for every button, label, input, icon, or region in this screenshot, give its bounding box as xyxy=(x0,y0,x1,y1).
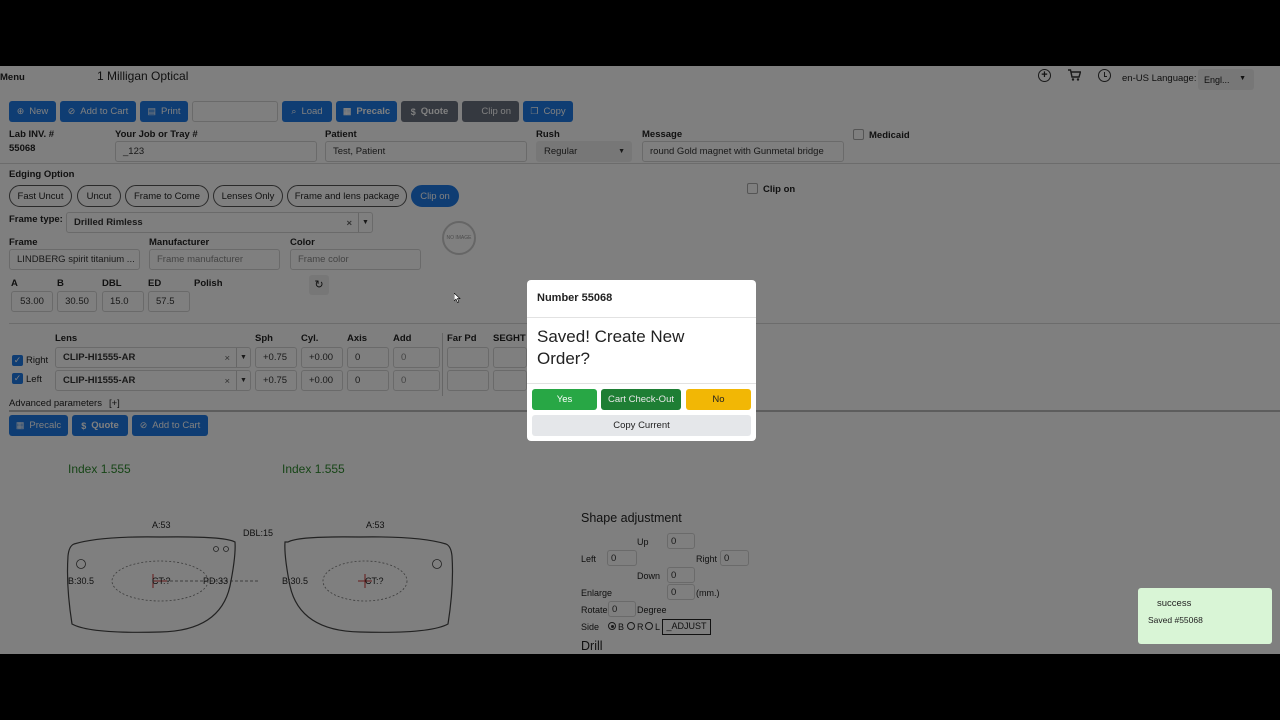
modal-divider xyxy=(527,383,756,384)
yes-button[interactable]: Yes xyxy=(532,389,597,410)
save-confirmation-modal: Number 55068 Saved! Create New Order? Ye… xyxy=(527,280,756,441)
modal-title: Number 55068 xyxy=(537,292,613,304)
copy-current-button[interactable]: Copy Current xyxy=(532,415,751,436)
mouse-cursor-icon xyxy=(453,292,461,306)
toast-title: success xyxy=(1157,598,1192,609)
no-button[interactable]: No xyxy=(686,389,751,410)
cart-check-out-button[interactable]: Cart Check-Out xyxy=(601,389,681,410)
modal-divider xyxy=(527,317,756,318)
toast-message: Saved #55068 xyxy=(1148,615,1203,625)
modal-message: Saved! Create New Order? xyxy=(537,327,685,368)
success-toast: success Saved #55068 xyxy=(1138,588,1272,644)
